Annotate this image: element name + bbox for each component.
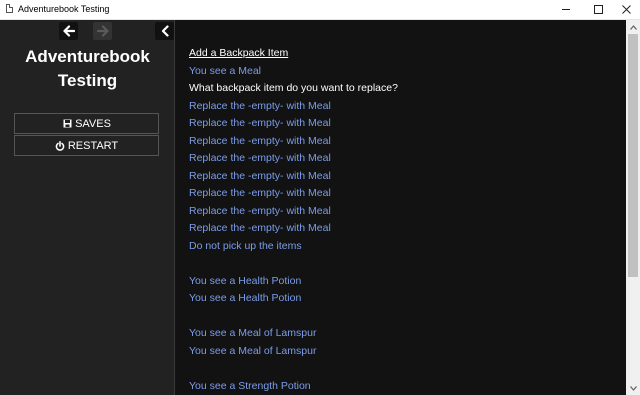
item-link-strength-potion[interactable]: You see a Strength Potion	[189, 378, 626, 395]
decline-pickup-link[interactable]: Do not pick up the items	[189, 238, 626, 256]
saves-button[interactable]: SAVES	[14, 113, 159, 134]
sidebar-title-line-2: Testing	[57, 71, 118, 90]
document-icon	[6, 4, 13, 13]
forward-button[interactable]	[93, 22, 112, 40]
window-title: Adventurebook Testing	[18, 4, 110, 14]
minimize-button[interactable]	[552, 0, 580, 19]
maximize-icon	[593, 5, 603, 14]
replace-question: What backpack item do you want to replac…	[189, 82, 398, 94]
minimize-icon	[562, 9, 570, 10]
back-button[interactable]	[59, 22, 78, 40]
chevron-left-icon	[161, 25, 169, 37]
story-content: Add a Backpack Item You see a Meal What …	[189, 45, 626, 395]
sidebar-title-line-1: Adventurebook	[25, 47, 150, 66]
window-title-bar: Adventurebook Testing	[0, 0, 640, 20]
replace-option[interactable]: Replace the -empty- with Meal	[189, 150, 626, 168]
maximize-button[interactable]	[584, 0, 612, 19]
sidebar: Adventurebook Testing SAVES RESTART	[0, 20, 175, 395]
restart-label: RESTART	[67, 139, 119, 152]
saves-label: SAVES	[75, 117, 111, 130]
item-link-meal-of-lamspur[interactable]: You see a Meal of Lamspur	[189, 343, 626, 361]
power-icon	[55, 140, 65, 151]
item-link-health-potion[interactable]: You see a Health Potion	[189, 290, 626, 308]
arrow-right-icon	[96, 25, 109, 37]
vertical-scrollbar[interactable]	[626, 20, 640, 395]
replace-option[interactable]: Replace the -empty- with Meal	[189, 168, 626, 186]
scroll-down-button[interactable]	[626, 381, 640, 395]
close-button[interactable]	[612, 0, 640, 19]
restart-button[interactable]: RESTART	[14, 135, 159, 156]
scrollbar-thumb[interactable]	[628, 34, 638, 277]
replace-option[interactable]: Replace the -empty- with Meal	[189, 115, 626, 133]
section-heading: Add a Backpack Item	[189, 47, 289, 59]
caret-up-icon	[629, 24, 637, 30]
replace-option[interactable]: Replace the -empty- with Meal	[189, 98, 626, 116]
arrow-left-icon	[62, 25, 75, 37]
floppy-disk-icon	[62, 119, 72, 129]
close-icon	[621, 5, 631, 14]
item-link-health-potion[interactable]: You see a Health Potion	[189, 273, 626, 291]
replace-option[interactable]: Replace the -empty- with Meal	[189, 133, 626, 151]
replace-option[interactable]: Replace the -empty- with Meal	[189, 185, 626, 203]
caret-down-icon	[629, 385, 637, 391]
scroll-up-button[interactable]	[626, 20, 640, 34]
item-link-meal-of-lamspur[interactable]: You see a Meal of Lamspur	[189, 325, 626, 343]
sidebar-title: Adventurebook Testing	[0, 45, 175, 93]
collapse-sidebar-button[interactable]	[155, 22, 174, 40]
main-content: Add a Backpack Item You see a Meal What …	[175, 20, 626, 395]
replace-option[interactable]: Replace the -empty- with Meal	[189, 220, 626, 238]
replace-option[interactable]: Replace the -empty- with Meal	[189, 203, 626, 221]
item-link-meal[interactable]: You see a Meal	[189, 63, 626, 81]
